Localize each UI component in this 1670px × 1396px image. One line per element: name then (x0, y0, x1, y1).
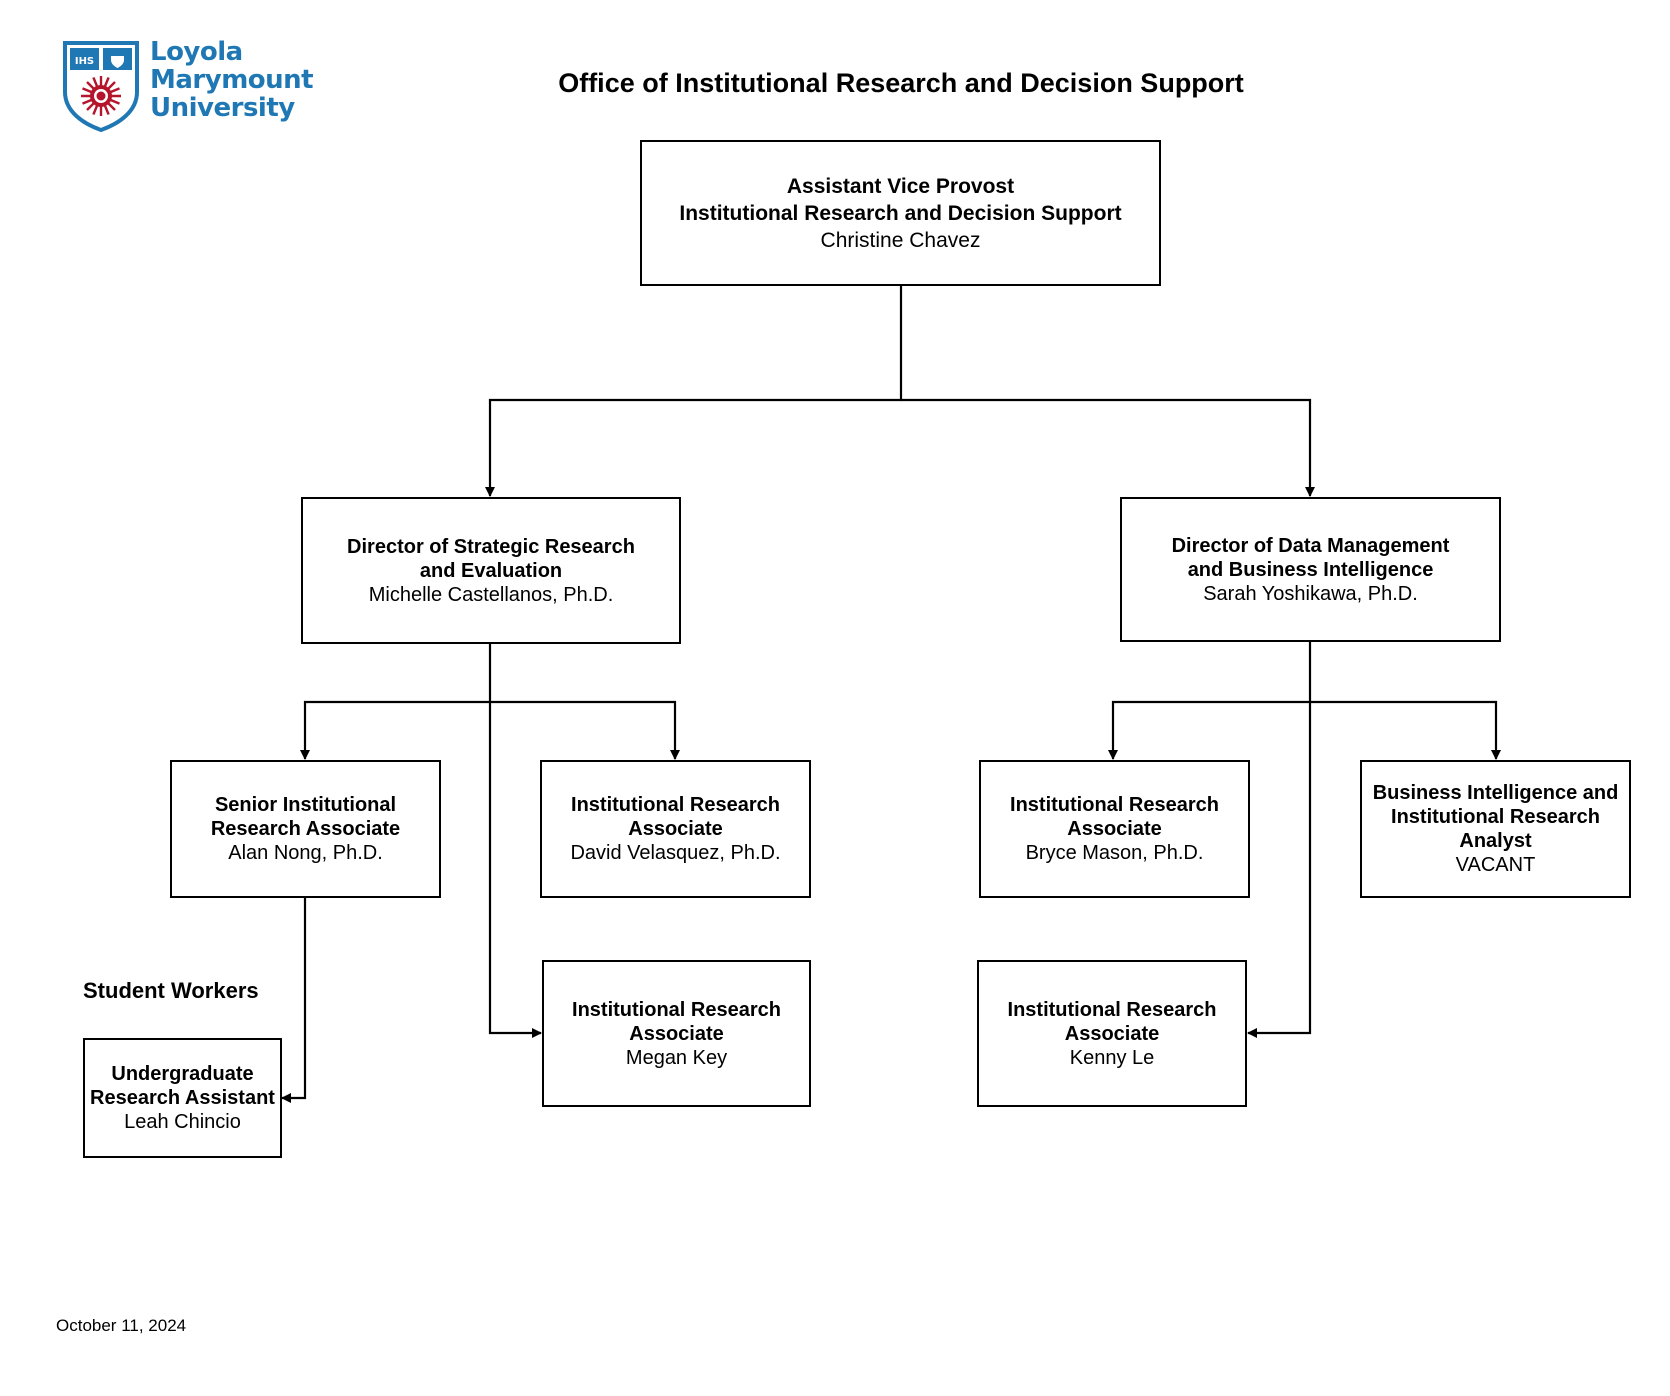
chart-date: October 11, 2024 (56, 1316, 187, 1335)
node-title: Director of Strategic Research (347, 535, 635, 558)
node-title: Business Intelligence and (1372, 782, 1619, 804)
node-title: Senior Institutional (214, 794, 397, 816)
node-person: David Velasquez, Ph.D. (570, 842, 781, 864)
node-title: Associate (1067, 818, 1162, 840)
node-person: Megan Key (625, 1046, 728, 1069)
connector-avp-dir-strategic (485, 286, 903, 497)
connector-dir-strategic-david (490, 700, 680, 760)
node-title: and Business Intelligence (1187, 558, 1434, 581)
node-title: Associate (629, 1022, 724, 1045)
node-person: Bryce Mason, Ph.D. (1025, 842, 1204, 864)
node-title: Institutional Research (1391, 806, 1600, 828)
node-title: Associate (628, 818, 723, 840)
node-title: Associate (1064, 1022, 1160, 1045)
org-node-research-associate-key: Institutional Research Associate Megan K… (542, 960, 811, 1107)
connector-dir-data-bi (1310, 700, 1501, 760)
org-node-undergraduate-research-assistant: Undergraduate Research Assistant Leah Ch… (83, 1038, 282, 1158)
connector-senior-ugrad (281, 898, 307, 1103)
node-person: Alan Nong, Ph.D. (228, 842, 383, 864)
node-title: Institutional Research and Decision Supp… (679, 201, 1122, 225)
org-node-senior-research-associate: Senior Institutional Research Associate … (170, 760, 441, 898)
page-title: Office of Institutional Research and Dec… (558, 68, 1244, 98)
node-person: Leah Chincio (124, 1111, 241, 1133)
connector-dir-strategic-megan (488, 702, 542, 1038)
student-workers-label: Student Workers (83, 978, 259, 1003)
node-person: Sarah Yoshikawa, Ph.D. (1203, 582, 1418, 605)
node-title: Institutional Research (1007, 998, 1217, 1021)
connector-dir-data-bryce (1108, 641, 1312, 760)
logo-line: Loyola (150, 37, 243, 67)
node-title: Research Assistant (90, 1087, 275, 1109)
node-title: Institutional Research (1010, 794, 1219, 816)
node-title: Undergraduate (111, 1063, 254, 1085)
org-node-research-associate-mason: Institutional Research Associate Bryce M… (979, 760, 1250, 898)
node-title: Analyst (1459, 830, 1532, 852)
svg-text:IHS: IHS (75, 56, 94, 67)
connector-dir-strategic-senior (300, 643, 492, 760)
node-title: Institutional Research (572, 998, 781, 1021)
node-person: Michelle Castellanos, Ph.D. (368, 583, 614, 606)
org-node-bi-analyst: Business Intelligence and Institutional … (1360, 760, 1631, 898)
node-title: Institutional Research (571, 794, 780, 816)
node-title: Director of Data Management (1171, 534, 1450, 557)
node-person: Kenny Le (1069, 1046, 1155, 1069)
org-node-assistant-vice-provost: Assistant Vice Provost Institutional Res… (640, 140, 1161, 286)
connector-avp-dir-data (901, 398, 1315, 497)
org-node-research-associate-le: Institutional Research Associate Kenny L… (977, 960, 1247, 1107)
node-title: Assistant Vice Provost (786, 174, 1015, 198)
node-person: Christine Chavez (820, 228, 981, 252)
node-title: Research Associate (210, 818, 401, 840)
org-node-director-data-management: Director of Data Management and Business… (1120, 497, 1501, 642)
node-title: and Evaluation (419, 559, 563, 582)
node-person: VACANT (1455, 854, 1536, 876)
org-node-director-strategic-research: Director of Strategic Research and Evalu… (301, 497, 681, 644)
org-node-research-associate-velasquez: Institutional Research Associate David V… (540, 760, 811, 898)
connector-dir-data-kenny (1247, 702, 1312, 1038)
